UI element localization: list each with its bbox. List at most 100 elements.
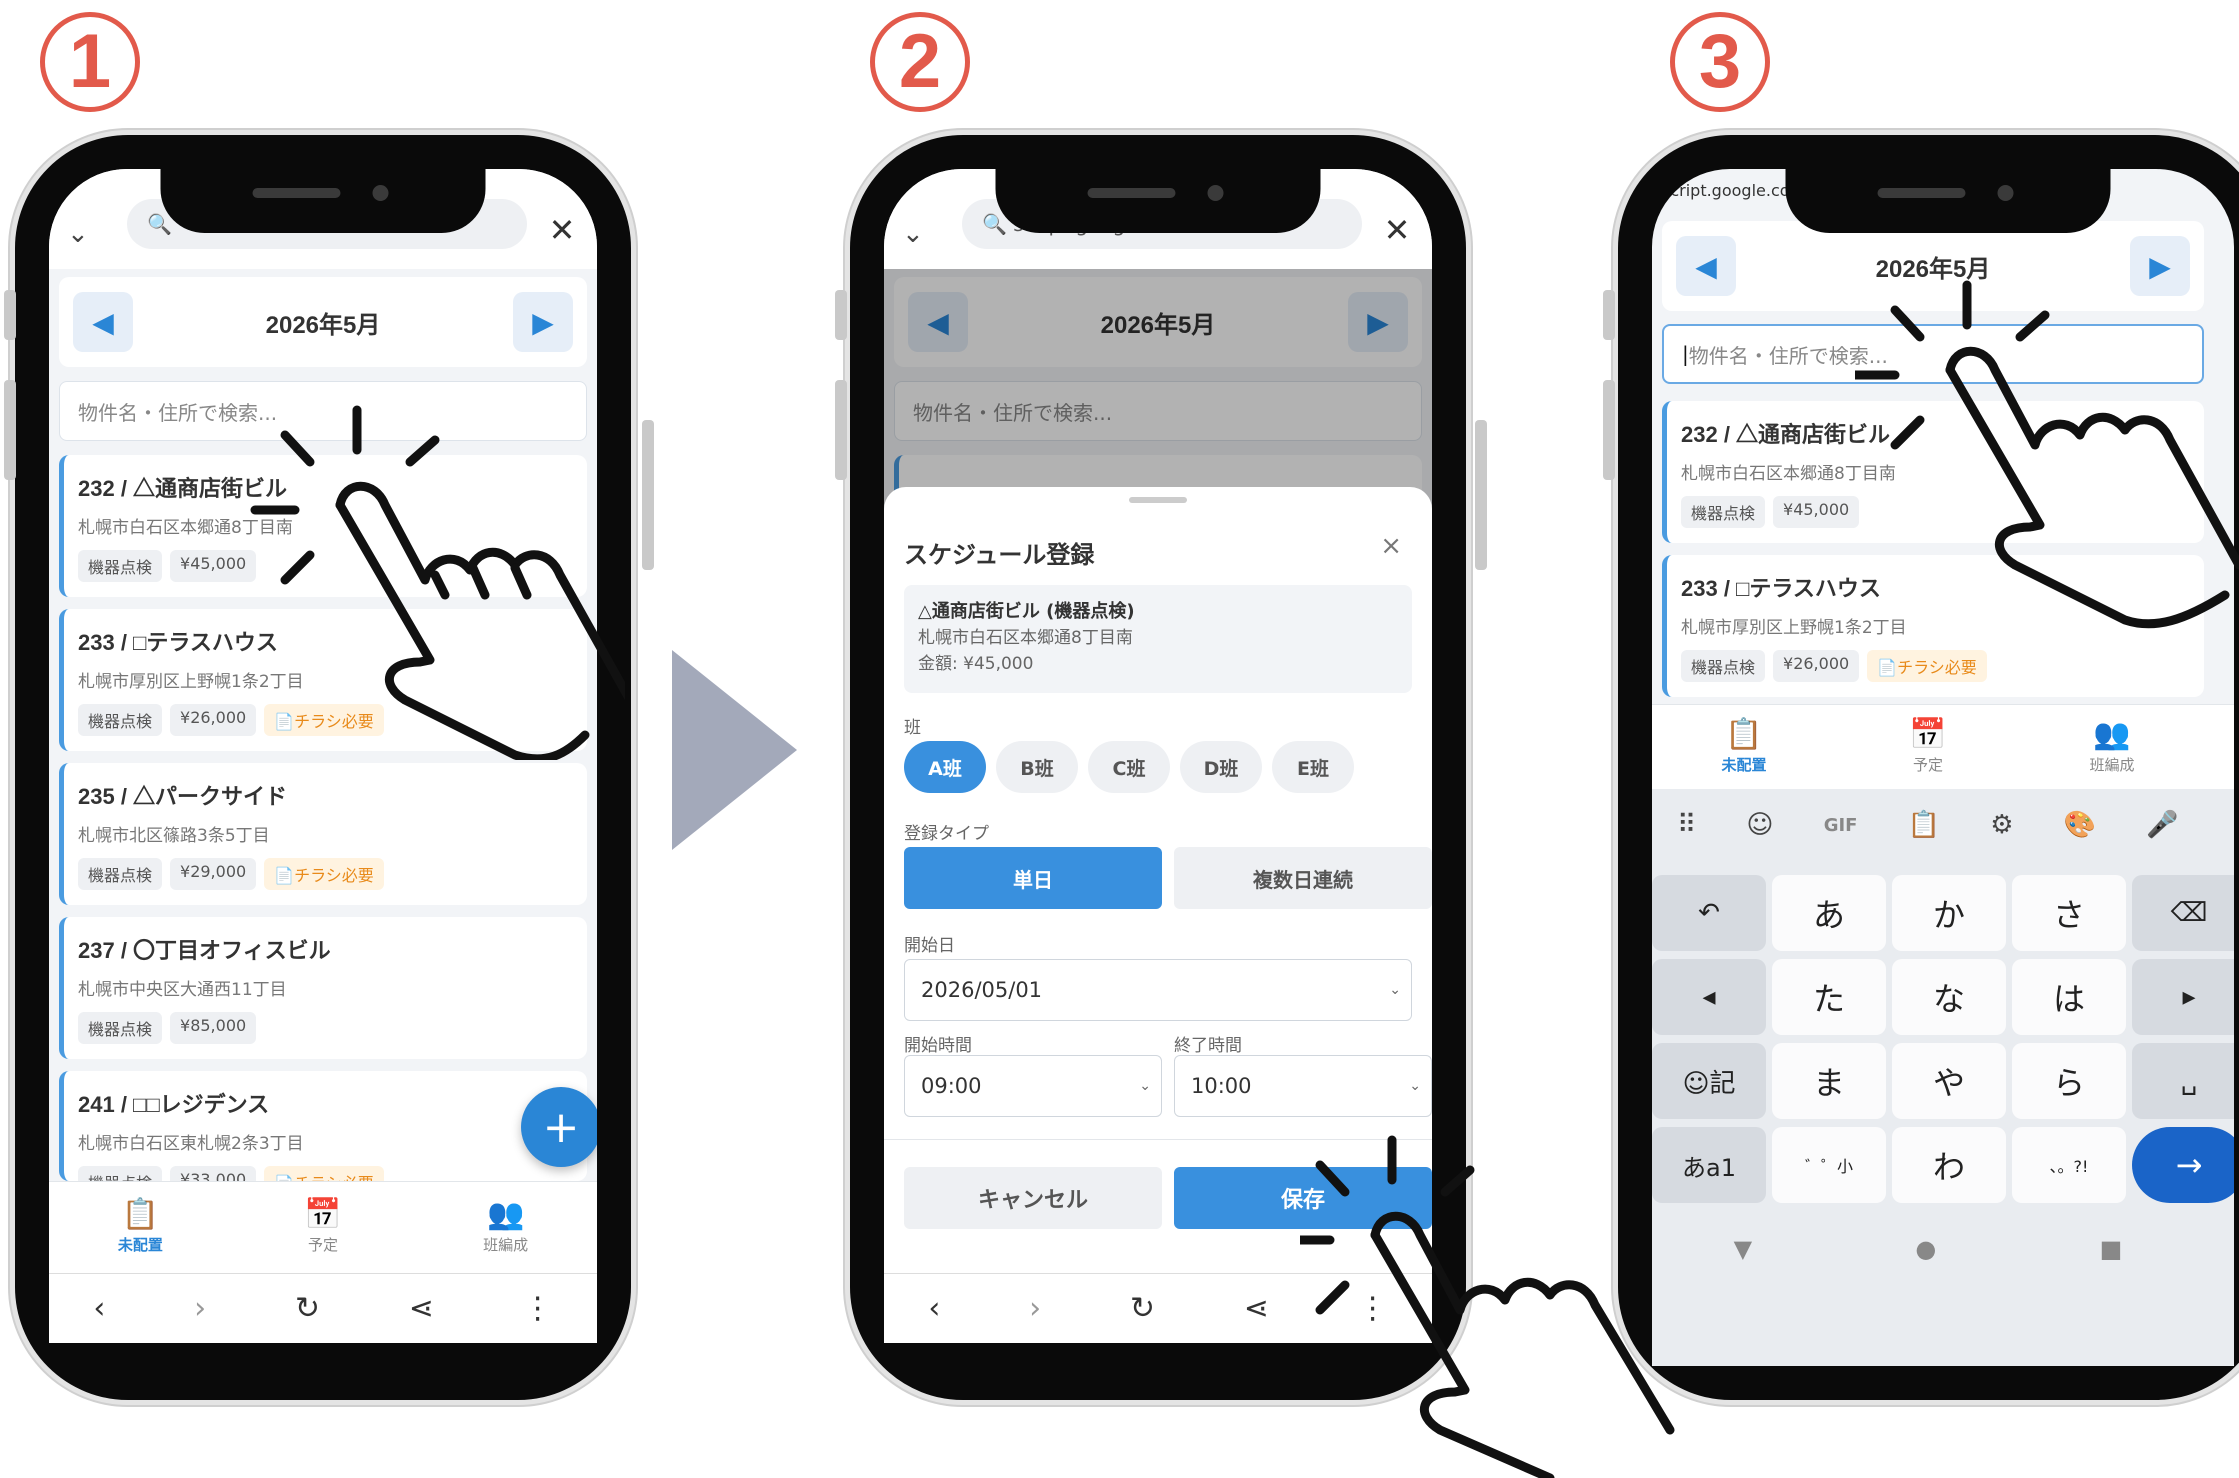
palette-icon[interactable]: 🎨 <box>2064 810 2096 840</box>
tab-label: 未配置 <box>117 1236 163 1254</box>
property-address: 札幌市白石区本郷通8丁目南 <box>1681 464 1896 484</box>
undo-key[interactable]: ↶ <box>1652 875 1766 951</box>
property-card[interactable]: 233 / □テラスハウス 札幌市厚別区上野幌1条2丁目 機器点検 ¥26,000… <box>1662 555 2204 697</box>
property-card[interactable]: 241 / □□レジデンス 札幌市白石区東札幌2条3丁目 機器点検¥33,000… <box>59 1071 587 1198</box>
end-time-select[interactable]: 10:00 ⌄ <box>1174 1055 1432 1117</box>
share-icon[interactable]: ⋖ <box>409 1291 434 1326</box>
start-date-select[interactable]: 2026/05/01 ⌄ <box>904 959 1412 1021</box>
property-card[interactable]: 237 / 〇丁目オフィスビル 札幌市中央区大通西11丁目 機器点検 ¥85,00… <box>59 917 587 1059</box>
recents-square-icon[interactable]: ■ <box>492 1366 517 1367</box>
tab-teams[interactable]: 👥 班編成 <box>2020 705 2204 789</box>
next-month-button[interactable]: ▶ <box>513 292 573 352</box>
drag-handle[interactable] <box>1129 497 1187 503</box>
tab-unassigned[interactable]: 📋 未配置 <box>49 1182 232 1273</box>
reload-icon[interactable]: ↻ <box>1130 1291 1155 1326</box>
tab-unassigned[interactable]: 📋 未配置 <box>1652 705 1836 789</box>
kana-key-ta[interactable]: た <box>1772 959 1886 1035</box>
type-tag: 機器点検 <box>1681 496 1766 528</box>
search-input[interactable]: 物件名・住所で検索... <box>59 381 587 441</box>
chevron-down-icon: ⌄ <box>1409 1078 1421 1094</box>
kana-key-ra[interactable]: ら <box>2012 1043 2126 1119</box>
recents-square-icon[interactable]: ■ <box>2100 1235 2123 1263</box>
summary-price: 金額: ¥45,000 <box>918 654 1034 674</box>
space-key[interactable]: ␣ <box>2132 1043 2234 1119</box>
cancel-button[interactable]: キャンセル <box>904 1167 1162 1229</box>
team-chip-e[interactable]: E班 <box>1272 741 1354 793</box>
month-header: ◀ 2026年5月 ▶ <box>59 277 587 367</box>
close-icon[interactable]: ✕ <box>527 211 597 249</box>
share-icon[interactable]: ⋖ <box>1244 1291 1269 1326</box>
close-icon[interactable]: × <box>1380 531 1402 561</box>
back-triangle-icon[interactable]: ◀ <box>129 1366 149 1367</box>
gif-icon[interactable]: GIF <box>1824 815 1858 836</box>
team-chip-b[interactable]: B班 <box>996 741 1078 793</box>
home-circle-icon[interactable]: ● <box>309 1366 332 1367</box>
property-card[interactable]: 232 / △通商店街ビル 札幌市白石区本郷通8丁目南 機器点検 ¥45,000 <box>59 455 587 597</box>
property-title: 233 / □テラスハウス <box>78 630 278 655</box>
chevron-down-icon[interactable]: ⌄ <box>67 219 127 249</box>
cursor-right-key[interactable]: ▸ <box>2132 959 2234 1035</box>
start-time-select[interactable]: 09:00 ⌄ <box>904 1055 1162 1117</box>
flyer-tag: 📄チラシ必要 <box>264 704 384 736</box>
chevron-down-icon: ⌄ <box>1139 1078 1151 1094</box>
apps-grid-icon[interactable]: ⠿ <box>1677 810 1696 840</box>
add-button[interactable]: + <box>521 1087 597 1167</box>
dakuten-key[interactable]: ゛゜小 <box>1772 1127 1886 1203</box>
recents-square-icon[interactable]: ■ <box>1327 1366 1352 1367</box>
property-summary: △通商店街ビル (機器点検) 札幌市白石区本郷通8丁目南 金額: ¥45,000 <box>904 585 1412 693</box>
sticker-icon[interactable]: ☺ <box>1746 810 1773 840</box>
kana-key-wa[interactable]: わ <box>1892 1127 2006 1203</box>
property-card[interactable]: 233 / □テラスハウス 札幌市厚別区上野幌1条2丁目 機器点検 ¥26,000… <box>59 609 587 751</box>
enter-key[interactable]: → <box>2132 1127 2234 1203</box>
prev-month-button[interactable]: ◀ <box>1676 236 1736 296</box>
backspace-key[interactable]: ⌫ <box>2132 875 2234 951</box>
save-button[interactable]: 保存 <box>1174 1167 1432 1229</box>
kana-key-na[interactable]: な <box>1892 959 2006 1035</box>
search-input[interactable]: | 物件名・住所で検索... <box>1662 324 2204 384</box>
back-icon[interactable]: ‹ <box>928 1291 940 1326</box>
team-chip-c[interactable]: C班 <box>1088 741 1170 793</box>
kana-key-ha[interactable]: は <box>2012 959 2126 1035</box>
team-chip-a[interactable]: A班 <box>904 741 986 793</box>
kana-key-ya[interactable]: や <box>1892 1043 2006 1119</box>
property-card[interactable]: 232 / △通商店街ビル 札幌市白石区本郷通8丁目南 機器点検 ¥45,000 <box>1662 401 2204 543</box>
more-icon[interactable]: ⋮ <box>523 1291 553 1326</box>
start-time-value: 09:00 <box>921 1074 982 1098</box>
back-triangle-icon[interactable]: ◀ <box>964 1366 984 1367</box>
tab-schedule[interactable]: 📅 予定 <box>1836 705 2020 789</box>
next-month-button[interactable]: ▶ <box>2130 236 2190 296</box>
tab-schedule[interactable]: 📅 予定 <box>232 1182 415 1273</box>
kana-key-ka[interactable]: か <box>1892 875 2006 951</box>
more-icon[interactable]: ⋮ <box>1358 1291 1388 1326</box>
punctuation-key[interactable]: 、。?! <box>2012 1127 2126 1203</box>
back-icon[interactable]: ‹ <box>93 1291 105 1326</box>
phone-notch <box>995 161 1321 233</box>
reload-icon[interactable]: ↻ <box>295 1291 320 1326</box>
clipboard-icon[interactable]: 📋 <box>1908 810 1940 840</box>
property-card[interactable]: 235 / △パークサイド 札幌市北区篠路3条5丁目 機器点検¥29,000📄チ… <box>59 763 587 905</box>
home-circle-icon[interactable]: ● <box>1915 1235 1936 1263</box>
home-circle-icon[interactable]: ● <box>1144 1366 1167 1367</box>
step-number-3: 3 <box>1670 12 1770 112</box>
prev-month-button[interactable]: ◀ <box>73 292 133 352</box>
chevron-down-icon[interactable]: ⌄ <box>902 219 962 249</box>
team-chip-d[interactable]: D班 <box>1180 741 1262 793</box>
back-triangle-icon[interactable]: ▼ <box>1734 1235 1752 1263</box>
forward-icon[interactable]: › <box>1029 1291 1041 1326</box>
forward-icon[interactable]: › <box>194 1291 206 1326</box>
single-day-button[interactable]: 単日 <box>904 847 1162 909</box>
kana-key-sa[interactable]: さ <box>2012 875 2126 951</box>
microphone-icon[interactable]: 🎤 <box>2146 810 2178 840</box>
kana-key-ma[interactable]: ま <box>1772 1043 1886 1119</box>
cursor-left-key[interactable]: ◂ <box>1652 959 1766 1035</box>
gear-icon[interactable]: ⚙ <box>1990 810 2013 840</box>
end-time-value: 10:00 <box>1191 1074 1252 1098</box>
people-icon: 👥 <box>2093 716 2131 752</box>
property-title: 241 / □□レジデンス <box>78 1092 270 1117</box>
tab-teams[interactable]: 👥 班編成 <box>414 1182 597 1273</box>
close-icon[interactable]: ✕ <box>1362 211 1432 249</box>
emoji-symbol-key[interactable]: ☺記 <box>1652 1043 1766 1119</box>
kana-key-a[interactable]: あ <box>1772 875 1886 951</box>
input-mode-key[interactable]: あa1 <box>1652 1127 1766 1203</box>
multi-day-button[interactable]: 複数日連続 <box>1174 847 1432 909</box>
